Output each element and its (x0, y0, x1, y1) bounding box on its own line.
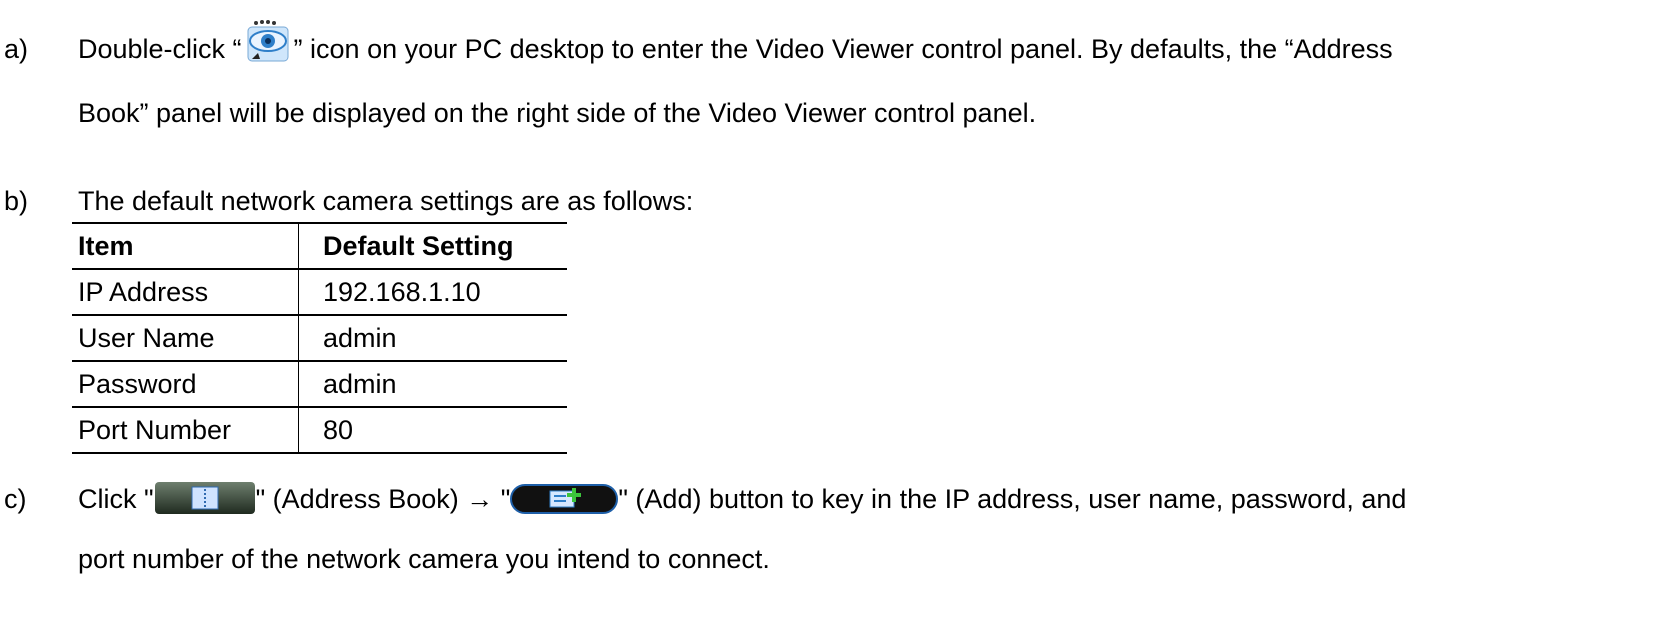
step-b-marker: b) (4, 186, 29, 216)
step-a-text: Double-click “ ” icon on your PC desktop… (78, 19, 1393, 65)
table-header-default: Default Setting (298, 223, 567, 270)
step-c-text: Click " " (Address Book) → " " (Add) but… (78, 481, 1407, 515)
step-a-line-2: Book” panel will be displayed on the rig… (78, 98, 1037, 128)
step-c-mid: " (Address Book) → " (255, 484, 511, 514)
step-c: c) Click " " (Address Book) → " " (Add) (4, 478, 1664, 588)
step-a-text-after: ” icon on your PC desktop to enter the V… (293, 34, 1393, 64)
step-c-line-2: port number of the network camera you in… (78, 544, 770, 574)
table-row: Port Number 80 (72, 407, 567, 454)
table-header-row: Item Default Setting (72, 223, 567, 270)
table-row: IP Address 192.168.1.10 (72, 269, 567, 316)
step-b: b) The default network camera settings a… (4, 180, 1664, 220)
add-button-icon (510, 483, 619, 514)
default-settings-table: Item Default Setting IP Address 192.168.… (72, 222, 567, 454)
step-a: a) Double-click “ ” icon on your PC desk… (4, 19, 1666, 138)
step-b-text: The default network camera settings are … (78, 186, 694, 216)
step-c-after: " (Add) button to key in the IP address,… (618, 484, 1407, 514)
table-cell: IP Address (72, 269, 299, 316)
table-row: Password admin (72, 361, 567, 408)
step-a-line-1: Double-click “ ” icon on your PC desktop… (78, 19, 1666, 65)
step-c-line-1: Click " " (Address Book) → " " (Add) but… (78, 481, 1666, 515)
table-cell: 192.168.1.10 (298, 269, 567, 316)
table-cell: Password (72, 361, 299, 408)
table-cell: User Name (72, 315, 299, 362)
video-viewer-icon (242, 19, 294, 63)
table-cell: 80 (298, 407, 567, 454)
table-cell: Port Number (72, 407, 299, 454)
step-a-marker: a) (4, 34, 29, 64)
address-book-icon (154, 481, 256, 515)
table-row: User Name admin (72, 315, 567, 362)
step-c-marker: c) (4, 484, 27, 514)
step-c-click: Click " (78, 484, 154, 514)
table-cell: admin (298, 315, 567, 362)
table-cell: admin (298, 361, 567, 408)
step-a-text-before: Double-click “ (78, 34, 242, 64)
table-header-item: Item (72, 223, 299, 270)
